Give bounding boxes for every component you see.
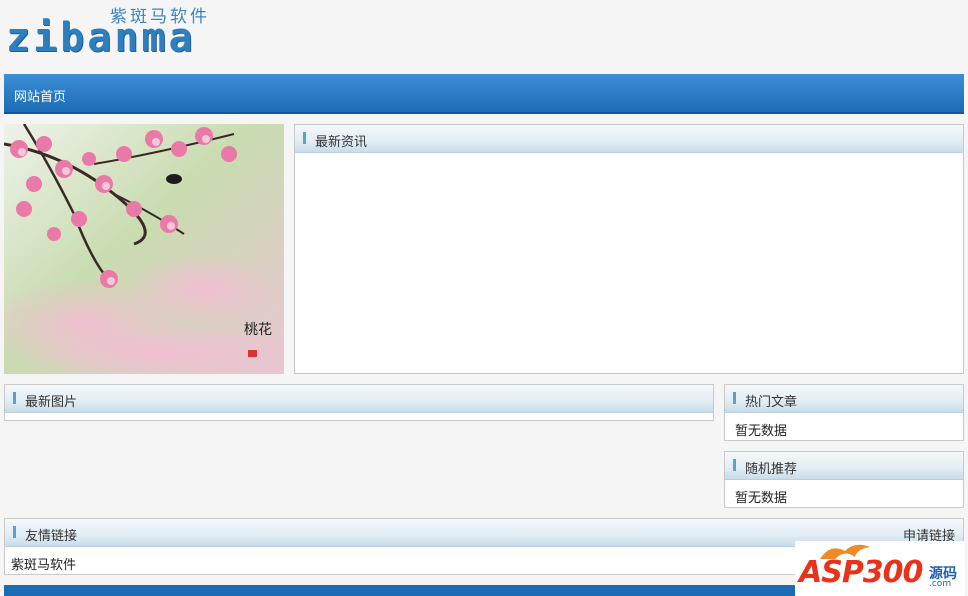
latest-news-header: 最新资讯: [295, 125, 963, 153]
hot-articles-empty: 暂无数据: [735, 424, 788, 439]
header-marker-icon: [13, 392, 16, 404]
random-recommend-header: 随机推荐: [725, 452, 963, 480]
hot-articles-header: 热门文章: [725, 385, 963, 413]
hot-articles-panel: 热门文章 暂无数据: [724, 384, 964, 441]
site-logo[interactable]: 紫斑马软件 zibanma: [6, 2, 226, 62]
friend-link-item[interactable]: 紫斑马软件: [11, 558, 76, 573]
header-marker-icon: [303, 132, 306, 144]
random-recommend-empty: 暂无数据: [735, 491, 788, 506]
friend-links-title: 友情链接: [25, 529, 78, 544]
latest-pics-panel: 最新图片: [4, 384, 714, 421]
header-marker-icon: [733, 459, 736, 471]
random-recommend-panel: 随机推荐 暂无数据: [724, 451, 964, 508]
main-nav: 网站首页: [4, 74, 964, 114]
latest-news-title: 最新资讯: [315, 135, 368, 150]
latest-pics-title: 最新图片: [25, 395, 78, 410]
nav-home-link[interactable]: 网站首页: [14, 86, 66, 105]
header-marker-icon: [13, 526, 16, 538]
featured-photo[interactable]: 桃花: [4, 124, 284, 374]
latest-news-panel: 最新资讯: [294, 124, 964, 374]
hot-articles-title: 热门文章: [745, 395, 798, 410]
logo-en-text: zibanma: [6, 15, 196, 61]
watermark-text: ASP300: [799, 555, 923, 590]
photo-caption: 桃花: [244, 322, 272, 338]
peach-blossom-image: 桃花: [4, 124, 284, 374]
random-recommend-title: 随机推荐: [745, 462, 798, 477]
watermark-domain: .com: [929, 579, 952, 589]
latest-pics-header: 最新图片: [5, 385, 713, 413]
header-marker-icon: [733, 392, 736, 404]
asp300-watermark: ASP300 源码 .com: [795, 541, 965, 596]
